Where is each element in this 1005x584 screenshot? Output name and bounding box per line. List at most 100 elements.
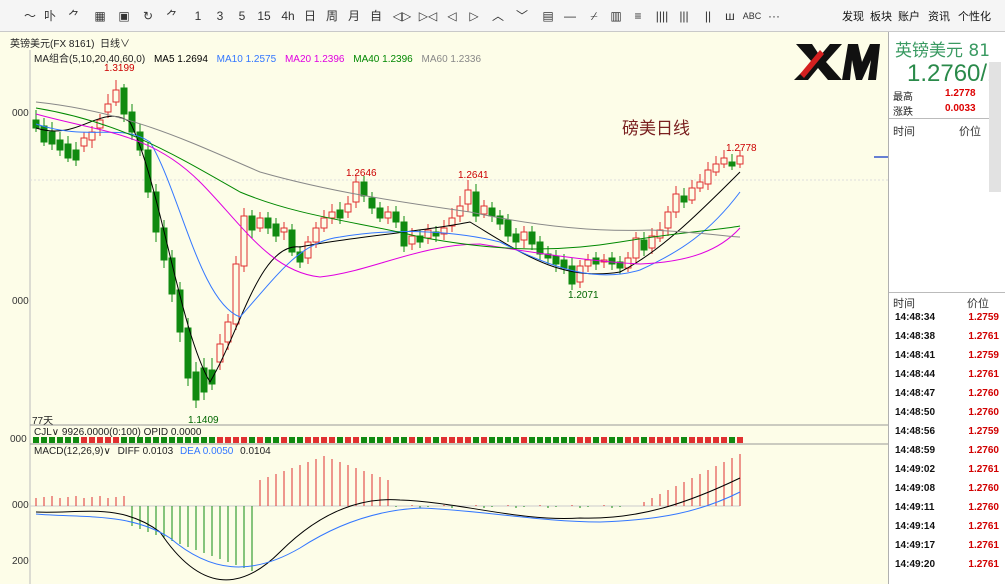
candle-body bbox=[552, 255, 560, 265]
macd-pane-label[interactable]: MACD(12,26,9)∨ DIFF 0.0103 DEA 0.0050 0.… bbox=[34, 446, 271, 457]
volume-bar bbox=[265, 437, 271, 443]
toolbar-tool-button[interactable]: 〜 bbox=[20, 7, 40, 25]
toolbar-tool-button[interactable]: ▣ bbox=[114, 7, 134, 25]
scrollbar[interactable] bbox=[989, 62, 1001, 192]
candle-body bbox=[736, 155, 744, 165]
toolbar-tool-button[interactable]: ▦ bbox=[90, 7, 110, 25]
volume-bar bbox=[601, 437, 607, 443]
candle-body bbox=[672, 193, 680, 213]
chart-title: 磅美日线 bbox=[622, 119, 690, 139]
tick-row: 14:49:14 1.2761 bbox=[895, 521, 999, 540]
chevron-down-icon[interactable]: ∨ bbox=[120, 39, 130, 50]
toolbar-tool-button[interactable]: 自 bbox=[366, 7, 386, 25]
toolbar-tool-button[interactable]: ≡ bbox=[628, 7, 648, 25]
toolbar-tool-button[interactable]: ш bbox=[720, 7, 740, 25]
toolbar-tool-button[interactable]: ▷ bbox=[464, 7, 484, 25]
toolbar-tool-button[interactable]: ▷◁ bbox=[418, 7, 438, 25]
volume-bar bbox=[201, 437, 207, 443]
volume-bar bbox=[697, 437, 703, 443]
volume-bar bbox=[649, 437, 655, 443]
tick-time: 14:49:17 bbox=[895, 540, 936, 551]
volume-bar bbox=[513, 437, 519, 443]
volume-bar bbox=[257, 437, 263, 443]
candle-body bbox=[80, 137, 88, 147]
volume-pane-label[interactable]: CJL∨ 9926.0000(0:100) OPID 0.0000 bbox=[34, 427, 201, 438]
tick-row: 14:49:20 1.2761 bbox=[895, 559, 999, 578]
symbol-line: 英镑美元(FX 8161) bbox=[10, 39, 95, 50]
candle-body bbox=[536, 241, 544, 255]
volume-bar bbox=[345, 437, 351, 443]
volume-bar bbox=[561, 437, 567, 443]
volume-bar bbox=[337, 437, 343, 443]
menu-item[interactable]: 板块 bbox=[870, 8, 892, 24]
volume-bar bbox=[393, 437, 399, 443]
toolbar-tool-button[interactable]: 3 bbox=[210, 7, 230, 25]
toolbar-tool-button[interactable]: 5 bbox=[232, 7, 252, 25]
price-annotation: 1.3199 bbox=[104, 63, 135, 74]
menu-item[interactable]: 发现 bbox=[842, 8, 864, 24]
volume-bar bbox=[417, 437, 423, 443]
price-annotation: 1.2646 bbox=[346, 168, 377, 179]
toolbar-tool-button[interactable]: ··· bbox=[764, 7, 784, 25]
price-header: 价位 bbox=[967, 298, 989, 310]
high-value: 1.2778 bbox=[945, 88, 976, 99]
tick-row: 14:48:59 1.2760 bbox=[895, 445, 999, 464]
volume-bar bbox=[457, 437, 463, 443]
candle-body bbox=[712, 163, 720, 173]
toolbar-tool-button[interactable]: || bbox=[698, 7, 718, 25]
toolbar-tool-button[interactable]: 1 bbox=[188, 7, 208, 25]
toolbar-tool-button[interactable]: ⺈ bbox=[64, 7, 84, 25]
toolbar-tool-button[interactable]: ▤ bbox=[538, 7, 558, 25]
tick-time: 14:48:59 bbox=[895, 445, 936, 456]
volume-bar bbox=[577, 437, 583, 443]
toolbar-tool-button[interactable]: ⺈ bbox=[162, 7, 182, 25]
chart-area[interactable] bbox=[0, 32, 888, 584]
toolbar-tool-button[interactable]: 月 bbox=[344, 7, 364, 25]
toolbar-tool-button[interactable]: ▥ bbox=[606, 7, 626, 25]
toolbar-tool-button[interactable]: ﹀ bbox=[512, 7, 532, 25]
volume-bar bbox=[681, 437, 687, 443]
menu-item[interactable]: 账户 bbox=[898, 8, 920, 24]
period-label[interactable]: 日线 bbox=[100, 39, 120, 50]
tick-price: 1.2761 bbox=[968, 540, 999, 551]
toolbar-tool-button[interactable]: ◁ bbox=[442, 7, 462, 25]
toolbar-tool-button[interactable]: ◁▷ bbox=[392, 7, 412, 25]
ma10-value: MA10 1.2575 bbox=[216, 54, 277, 65]
toolbar-tool-button[interactable]: ||| bbox=[674, 7, 694, 25]
toolbar-tool-button[interactable]: 4h bbox=[278, 7, 298, 25]
candle-body bbox=[640, 239, 648, 251]
candle-body bbox=[528, 231, 536, 245]
toolbar-tool-button[interactable]: — bbox=[560, 7, 580, 25]
volume-bar bbox=[505, 437, 511, 443]
volume-bar bbox=[465, 437, 471, 443]
menu-item[interactable]: 资讯 bbox=[928, 8, 950, 24]
volume-bar bbox=[545, 437, 551, 443]
volume-bar bbox=[481, 437, 487, 443]
quote-title: 英镑美元 81 bbox=[895, 41, 991, 61]
menu-item[interactable]: 个性化 bbox=[958, 8, 991, 24]
tick-row: 14:48:50 1.2760 bbox=[895, 407, 999, 426]
toolbar-tool-button[interactable]: ↻ bbox=[138, 7, 158, 25]
volume-bar bbox=[305, 437, 311, 443]
candle-body bbox=[384, 211, 392, 219]
toolbar-tool-button[interactable]: ︿ bbox=[488, 7, 508, 25]
candle-body bbox=[576, 265, 584, 283]
volume-bar bbox=[425, 437, 431, 443]
toolbar-tool-button[interactable]: 卟 bbox=[40, 7, 60, 25]
volume-bar bbox=[361, 437, 367, 443]
toolbar-tool-button[interactable]: 15 bbox=[254, 7, 274, 25]
volume-bar bbox=[721, 437, 727, 443]
toolbar-tool-button[interactable]: 周 bbox=[322, 7, 342, 25]
volume-bar bbox=[241, 437, 247, 443]
candlestick-chart[interactable] bbox=[0, 32, 888, 584]
toolbar-tool-button[interactable]: ⌿ bbox=[584, 7, 604, 25]
volume-bar bbox=[297, 437, 303, 443]
toolbar-tool-button[interactable]: 日 bbox=[300, 7, 320, 25]
candle-body bbox=[688, 187, 696, 201]
toolbar-tool-button[interactable]: |||| bbox=[652, 7, 672, 25]
y-axis-tick: 200 bbox=[12, 556, 29, 567]
volume-bar bbox=[409, 437, 415, 443]
macd-label[interactable]: MACD(12,26,9)∨ bbox=[34, 446, 111, 457]
toolbar-tool-button[interactable]: ABC bbox=[742, 7, 762, 25]
volume-bar bbox=[273, 437, 279, 443]
